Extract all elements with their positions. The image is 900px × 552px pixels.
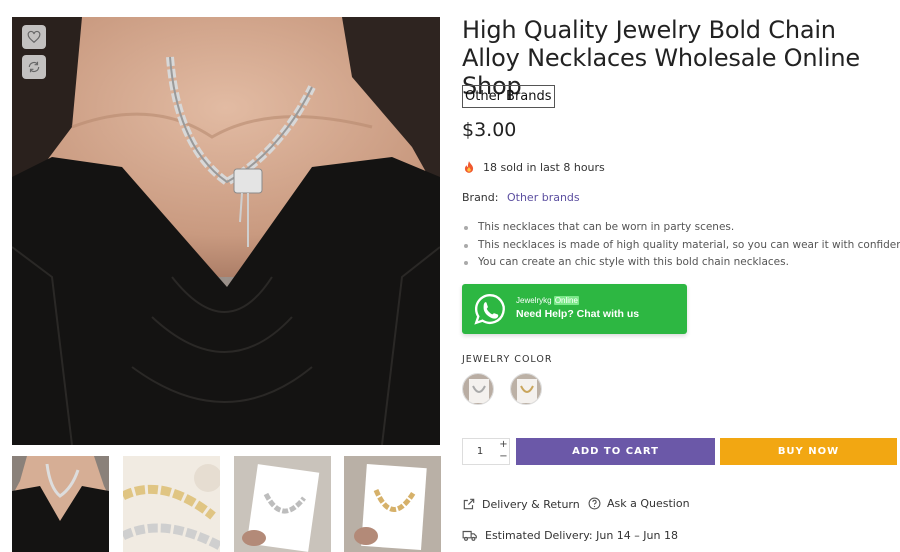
thumbnail-1[interactable] bbox=[12, 456, 109, 552]
delivery-return-link[interactable]: Delivery & Return bbox=[462, 497, 580, 511]
add-to-cart-button[interactable]: ADD TO CART bbox=[516, 438, 715, 465]
brand-badge[interactable]: Other Brands bbox=[462, 85, 555, 108]
sold-counter: 18 sold in last 8 hours bbox=[462, 160, 605, 174]
brand-label: Brand: bbox=[462, 191, 499, 204]
main-product-image[interactable] bbox=[12, 17, 440, 445]
whatsapp-status: Online bbox=[553, 296, 579, 305]
estimated-delivery: Estimated Delivery: Jun 14 – Jun 18 bbox=[462, 529, 678, 542]
quantity-stepper: + − bbox=[462, 438, 510, 465]
feature-item: This necklaces is made of high quality m… bbox=[462, 237, 900, 255]
buy-now-button[interactable]: BUY NOW bbox=[720, 438, 897, 465]
color-option-label: JEWELRY COLOR bbox=[462, 354, 553, 365]
wishlist-button[interactable] bbox=[22, 25, 46, 49]
quantity-input[interactable] bbox=[463, 439, 497, 464]
question-circle-icon bbox=[588, 497, 601, 510]
whatsapp-help-text: Need Help? Chat with us bbox=[516, 308, 640, 320]
truck-icon bbox=[462, 530, 477, 541]
thumbnail-2[interactable] bbox=[123, 456, 220, 552]
brand-link[interactable]: Other brands bbox=[507, 191, 580, 204]
thumbnail-4[interactable] bbox=[344, 456, 441, 552]
model-necklace-photo bbox=[12, 17, 440, 445]
feature-list: This necklaces that can be worn in party… bbox=[462, 219, 900, 272]
whatsapp-chat-button[interactable]: Jewelrykg Online Need Help? Chat with us bbox=[462, 284, 687, 334]
compare-button[interactable] bbox=[22, 55, 46, 79]
quantity-increase-button[interactable]: + bbox=[497, 439, 510, 451]
ask-question-label: Ask a Question bbox=[607, 497, 690, 510]
refresh-icon bbox=[28, 61, 40, 73]
color-swatch-gold[interactable] bbox=[510, 373, 542, 405]
thumbnail-3[interactable] bbox=[234, 456, 331, 552]
delivery-return-label: Delivery & Return bbox=[482, 497, 580, 511]
estimated-delivery-text: Estimated Delivery: Jun 14 – Jun 18 bbox=[485, 529, 678, 542]
color-swatch-silver[interactable] bbox=[462, 373, 494, 405]
whatsapp-name: Jewelrykg bbox=[516, 296, 552, 305]
product-price: $3.00 bbox=[462, 119, 517, 141]
sold-text: 18 sold in last 8 hours bbox=[483, 160, 605, 174]
share-box-icon bbox=[463, 498, 475, 510]
ask-question-link[interactable]: Ask a Question bbox=[588, 497, 690, 510]
brand-row: Brand: Other brands bbox=[462, 191, 580, 204]
quantity-decrease-button[interactable]: − bbox=[497, 451, 510, 463]
whatsapp-agent-name: Jewelrykg Online bbox=[516, 296, 579, 305]
thumbnail-strip bbox=[12, 456, 442, 552]
fire-icon bbox=[464, 161, 474, 173]
heart-icon bbox=[27, 30, 41, 44]
whatsapp-icon bbox=[474, 294, 505, 325]
feature-item: You can create an chic style with this b… bbox=[462, 254, 898, 272]
feature-item: This necklaces that can be worn in party… bbox=[462, 219, 898, 237]
